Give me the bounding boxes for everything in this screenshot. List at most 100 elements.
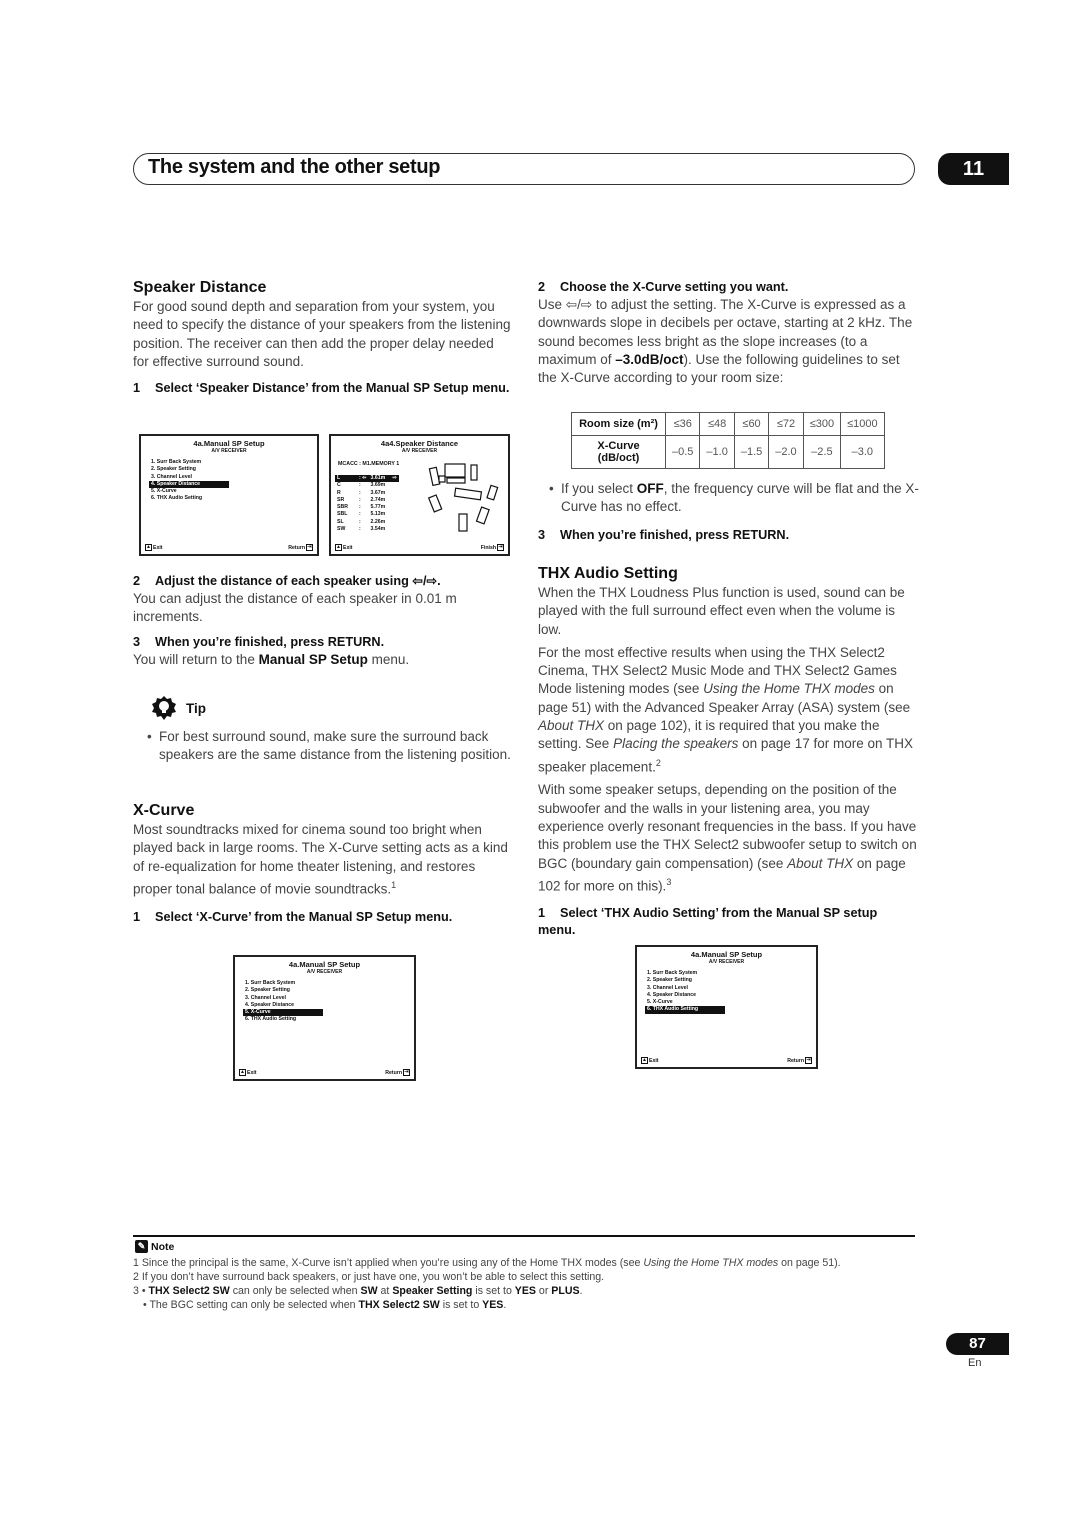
footnotes: 1 Since the principal is the same, X-Cur… bbox=[133, 1256, 923, 1312]
osd-subtitle: A/V RECEIVER bbox=[708, 959, 745, 965]
thx-p3: With some speaker setups, depending on t… bbox=[538, 782, 917, 894]
osd-exit-label: Exit bbox=[649, 1057, 659, 1064]
osd-menu-item: 4. Speaker Distance bbox=[245, 1001, 295, 1008]
return-key-icon: ⇥ bbox=[805, 1057, 812, 1064]
osd-title: 4a4.Speaker Distance bbox=[380, 439, 459, 448]
speaker-distance-step-2-body: You can adjust the distance of each spea… bbox=[133, 591, 457, 625]
speaker-distance-section: Speaker Distance For good sound depth an… bbox=[133, 278, 513, 397]
tip-header: Tip bbox=[152, 696, 206, 720]
xcurve-off-note: If you select OFF, the frequency curve w… bbox=[547, 480, 919, 517]
exit-key-icon: ▲ bbox=[641, 1057, 648, 1064]
osd-speaker-row: SL:2.26m bbox=[337, 518, 386, 525]
osd-manual-sp-setup-screen-3: 4a.Manual SP Setup A/V RECEIVER 1. Surr … bbox=[635, 945, 818, 1069]
xcurve-step-2-section: 2 Choose the X-Curve setting you want. Us… bbox=[538, 279, 918, 387]
speaker-distance-intro: For good sound depth and separation from… bbox=[133, 299, 511, 369]
thx-p2: For the most effective results when usin… bbox=[538, 644, 913, 775]
xcurve-section: X-Curve Most soundtracks mixed for cinem… bbox=[133, 801, 513, 926]
osd-speaker-row: SW:3.54m bbox=[337, 526, 386, 533]
return-key-icon: ⇥ bbox=[403, 1069, 410, 1076]
thx-step-1: 1 Select ‘THX Audio Setting’ from the Man… bbox=[538, 905, 878, 937]
osd-menu-item: 1. Surr Back System bbox=[647, 970, 698, 976]
osd-menu-item: 5. X-Curve bbox=[151, 488, 177, 495]
osd-subtitle: A/V RECEIVER bbox=[306, 969, 343, 975]
osd-speaker-distance-screen: 4a4.Speaker Distance A/V RECEIVER MCACC … bbox=[329, 434, 510, 556]
osd-menu-item: 5. X-Curve bbox=[647, 999, 673, 1006]
room-size-row: Room size (m²) ≤36 ≤48 ≤60 ≤72 ≤300 ≤100… bbox=[571, 412, 885, 436]
xcurve-step-1: 1 Select ‘X-Curve’ from the Manual SP Set… bbox=[133, 909, 453, 924]
osd-manual-sp-setup-screen-1: 4a.Manual SP Setup A/V RECEIVER 1. Surr … bbox=[139, 434, 319, 556]
osd-exit-label: Exit bbox=[247, 1069, 257, 1076]
osd-exit-label: Exit bbox=[343, 544, 353, 551]
osd-menu-item: 3. Channel Level bbox=[245, 994, 286, 1001]
tip-content: For best surround sound, make sure the s… bbox=[145, 728, 515, 765]
osd-title: 4a.Manual SP Setup bbox=[193, 439, 265, 448]
osd-speaker-row: R:3.67m bbox=[337, 489, 386, 496]
osd-return-label: Return bbox=[288, 544, 305, 551]
osd-subtitle: A/V RECEIVER bbox=[401, 448, 438, 454]
osd-title: 4a.Manual SP Setup bbox=[690, 950, 763, 959]
xcurve-intro: Most soundtracks mixed for cinema sound … bbox=[133, 822, 508, 897]
osd-menu-item: 2. Speaker Setting bbox=[245, 987, 290, 994]
note-header: ✎ Note bbox=[135, 1240, 174, 1253]
osd-menu-item-selected: 6. THX Audio Setting bbox=[645, 1006, 725, 1014]
osd-menu-item: 2. Speaker Setting bbox=[151, 466, 196, 473]
language-code: En bbox=[968, 1357, 982, 1369]
osd-menu-item: 3. Channel Level bbox=[151, 473, 192, 480]
osd-menu-item: 4. Speaker Distance bbox=[647, 991, 697, 998]
room-size-header: Room size (m²) bbox=[571, 412, 666, 436]
exit-key-icon: ▲ bbox=[335, 544, 342, 551]
osd-manual-sp-setup-screen-2: 4a.Manual SP Setup A/V RECEIVER 1. Surr … bbox=[233, 955, 416, 1081]
chapter-title: The system and the other setup bbox=[148, 156, 441, 178]
chapter-number-badge: 11 bbox=[938, 153, 1009, 185]
xcurve-header: X-Curve (dB/oct) bbox=[571, 435, 666, 469]
note-label: Note bbox=[151, 1240, 175, 1253]
osd-speaker-row: SBR:5.77m bbox=[337, 504, 386, 511]
osd-return-label: Return bbox=[385, 1069, 402, 1076]
osd-return-label: Return bbox=[787, 1057, 804, 1064]
osd-menu-item: 2. Speaker Setting bbox=[647, 977, 692, 984]
speaker-distance-step-2: 2 Adjust the distance of each speaker usi… bbox=[133, 574, 441, 588]
xcurve-heading: X-Curve bbox=[133, 802, 195, 819]
footnote-3b: • The BGC setting can only be selected w… bbox=[143, 1299, 507, 1311]
osd-menu-item: 6. THX Audio Setting bbox=[151, 495, 203, 502]
speaker-distance-step-3-body: You will return to the Manual SP Setup m… bbox=[133, 651, 410, 667]
speaker-layout-illustration-icon bbox=[427, 463, 499, 532]
osd-menu-item-selected: 4. Speaker Distance bbox=[149, 480, 229, 489]
osd-menu-item: 3. Channel Level bbox=[647, 984, 688, 991]
thx-audio-section: THX Audio Setting When the THX Loudness … bbox=[538, 564, 918, 939]
speaker-distance-steps: 2 Adjust the distance of each speaker usi… bbox=[133, 573, 513, 669]
xcurve-step-2: 2 Choose the X-Curve setting you want. bbox=[538, 280, 789, 294]
osd-exit-label: Exit bbox=[153, 544, 163, 551]
osd-speaker-row: SBL:5.13m bbox=[337, 511, 386, 518]
page-number: 87 bbox=[946, 1333, 1009, 1355]
speaker-distance-heading: Speaker Distance bbox=[133, 279, 267, 296]
osd-speaker-row: SR:2.74m bbox=[337, 496, 386, 503]
osd-title: 4a.Manual SP Setup bbox=[288, 960, 361, 969]
footnote-2: 2 If you don’t have surround back speake… bbox=[133, 1271, 605, 1283]
speaker-distance-step-3: 3 When you’re finished, press RETURN. bbox=[133, 634, 385, 649]
speaker-distance-step-1: 1 Select ‘Speaker Distance’ from the Manu… bbox=[133, 381, 510, 396]
osd-speaker-row: C:3.69m bbox=[337, 482, 386, 489]
xcurve-step-2-body: Use ⇦/⇨ to adjust the setting. The X-Cur… bbox=[538, 297, 913, 386]
tip-label: Tip bbox=[186, 700, 206, 716]
osd-menu-item-selected: 5. X-Curve bbox=[243, 1009, 323, 1017]
xcurve-room-size-table: Room size (m²) ≤36 ≤48 ≤60 ≤72 ≤300 ≤100… bbox=[571, 412, 885, 469]
thx-audio-heading: THX Audio Setting bbox=[538, 565, 678, 582]
notes-divider bbox=[133, 1235, 915, 1237]
osd-menu-item: 1. Surr Back System bbox=[151, 459, 202, 465]
finish-key-icon: ⇥ bbox=[497, 544, 504, 551]
osd-speaker-row-selected: L: ⇦ 3.61m ⇨ bbox=[335, 475, 399, 483]
pencil-note-icon: ✎ bbox=[135, 1240, 148, 1253]
footnote-1: 1 Since the principal is the same, X-Cur… bbox=[133, 1257, 841, 1269]
osd-subtitle: A/V RECEIVER bbox=[211, 448, 247, 454]
thx-p1: When the THX Loudness Plus function is u… bbox=[538, 585, 905, 637]
osd-menu-item: 1. Surr Back System bbox=[245, 980, 296, 986]
osd-speaker-distance-table: L: ⇦ 3.61m ⇨ C:3.69m R:3.67m SR:2.74m SBR:… bbox=[335, 475, 399, 533]
exit-key-icon: ▲ bbox=[239, 1069, 246, 1076]
exit-key-icon: ▲ bbox=[145, 544, 152, 551]
osd-menu-item: 6. THX Audio Setting bbox=[245, 1016, 297, 1023]
xcurve-value-row: X-Curve (dB/oct) –0.5 –1.0 –1.5 –2.0 –2.… bbox=[571, 435, 885, 469]
xcurve-step-3: 3 When you’re finished, press RETURN. bbox=[538, 528, 790, 542]
tip-text: For best surround sound, make sure the s… bbox=[145, 728, 515, 765]
lightbulb-tip-icon bbox=[152, 696, 176, 720]
